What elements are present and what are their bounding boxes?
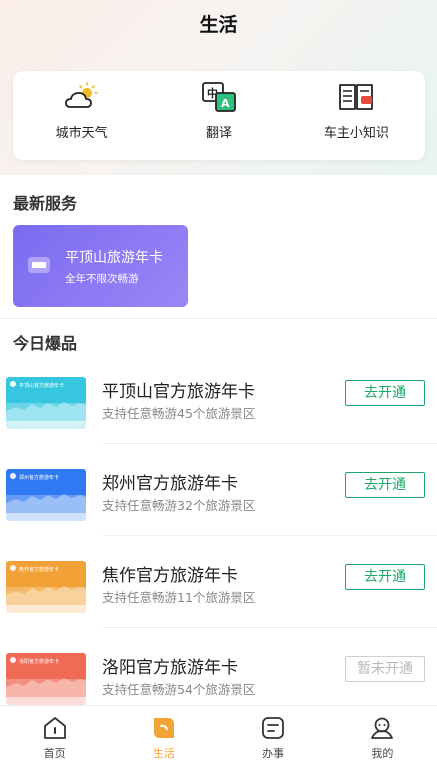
activate-button[interactable]: 去开通 — [345, 564, 425, 590]
tab-life[interactable]: 生活 — [109, 706, 218, 762]
profile-icon — [371, 717, 394, 739]
tab-label: 我的 — [371, 747, 394, 760]
quick-item-weather[interactable]: 城市天气 — [13, 71, 150, 160]
quick-item-label: 城市天气 — [55, 126, 108, 141]
product-name: 洛阳官方旅游年卡 — [102, 658, 238, 678]
section-title-latest: 最新服务 — [13, 194, 78, 213]
not-available-button: 暂未开通 — [345, 656, 425, 682]
product-description: 支持任意畅游32个旅游景区 — [102, 498, 256, 513]
product-row[interactable]: 焦作官方旅游年卡 焦作官方旅游年卡支持任意畅游11个旅游景区 去开通 — [0, 561, 437, 653]
svg-text:A: A — [221, 97, 230, 110]
product-row[interactable]: 郑州官方旅游年卡 郑州官方旅游年卡支持任意畅游32个旅游景区 去开通 — [0, 469, 437, 561]
thumbnail-text: 焦作官方旅游年卡 — [19, 566, 59, 573]
product-row[interactable]: 平顶山官方旅游年卡 平顶山官方旅游年卡支持任意畅游45个旅游景区 去开通 — [0, 377, 437, 469]
thumbnail-text: 洛阳官方旅游年卡 — [19, 658, 59, 665]
product-description: 支持任意畅游45个旅游景区 — [102, 406, 256, 421]
translate-icon: 中 A — [202, 82, 236, 112]
life-icon — [153, 718, 174, 738]
latest-service-card[interactable]: 平顶山旅游年卡 全年不限次畅游 — [13, 225, 188, 307]
affairs-icon — [262, 717, 285, 739]
tab-home[interactable]: 首页 — [0, 706, 109, 762]
section-title-hot: 今日爆品 — [13, 334, 78, 353]
row-divider — [102, 535, 437, 536]
tab-label: 首页 — [43, 747, 66, 760]
product-name: 郑州官方旅游年卡 — [102, 474, 238, 494]
card-icon — [28, 257, 50, 273]
quick-item-car-tips[interactable]: 车主小知识 — [288, 71, 425, 160]
service-subtitle: 全年不限次畅游 — [65, 273, 139, 285]
home-icon — [43, 717, 66, 739]
section-divider — [0, 318, 437, 319]
bottom-tab-bar: 首页 生活 办事 我的 — [0, 705, 437, 762]
page-title: 生活 — [199, 14, 238, 36]
product-thumbnail: 郑州官方旅游年卡 — [6, 469, 86, 521]
activate-button[interactable]: 去开通 — [345, 380, 425, 406]
product-thumbnail: 平顶山官方旅游年卡 — [6, 377, 86, 429]
product-description: 支持任意畅游54个旅游景区 — [102, 682, 256, 697]
book-icon — [339, 84, 374, 110]
weather-icon — [64, 82, 98, 108]
product-description: 支持任意畅游11个旅游景区 — [102, 590, 256, 605]
tab-profile[interactable]: 我的 — [328, 706, 437, 762]
row-divider — [102, 627, 437, 628]
product-thumbnail: 洛阳官方旅游年卡 — [6, 653, 86, 705]
quick-item-translate[interactable]: 中 A 翻译 — [150, 71, 287, 160]
tab-label: 办事 — [262, 747, 285, 760]
thumbnail-text: 平顶山官方旅游年卡 — [19, 382, 64, 389]
quick-item-label: 翻译 — [205, 126, 232, 141]
tab-label: 生活 — [152, 747, 175, 760]
product-name: 焦作官方旅游年卡 — [102, 566, 238, 586]
thumbnail-text: 郑州官方旅游年卡 — [19, 474, 59, 481]
activate-button[interactable]: 去开通 — [345, 472, 425, 498]
quick-item-label: 车主小知识 — [323, 126, 389, 141]
service-title: 平顶山旅游年卡 — [65, 250, 163, 266]
row-divider — [102, 443, 437, 444]
product-thumbnail: 焦作官方旅游年卡 — [6, 561, 86, 613]
quick-tools-card: 城市天气 中 A 翻译 车主小知识 — [13, 71, 425, 160]
tab-affairs[interactable]: 办事 — [219, 706, 328, 762]
product-name: 平顶山官方旅游年卡 — [102, 382, 255, 402]
